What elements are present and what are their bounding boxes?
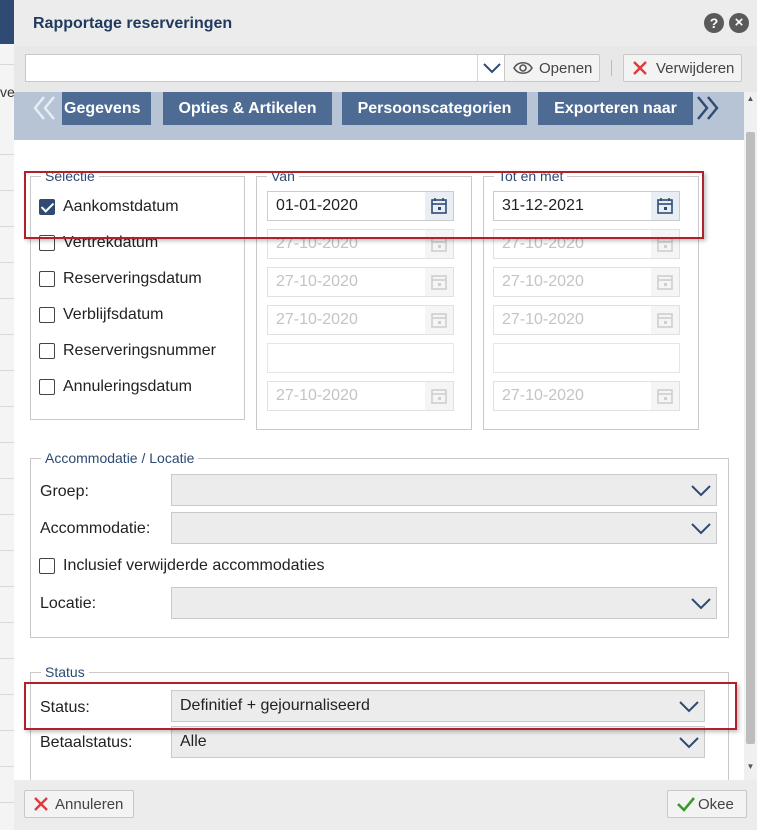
checkbox[interactable] [39, 343, 55, 359]
tot-date-verblijf: 27-10-2020 [493, 305, 680, 335]
dialog-title: Rapportage reserveringen [33, 15, 233, 32]
open-button-label: Openen [539, 59, 593, 77]
ok-button[interactable]: Okee [667, 790, 747, 818]
chevron-down-icon[interactable] [686, 588, 716, 618]
tot-reserveringsnummer-input [493, 343, 680, 373]
toolbar: Openen Verwijderen [14, 46, 757, 92]
date-value: 27-10-2020 [502, 311, 584, 328]
select-value: Alle [180, 733, 207, 750]
accommodatie-label: Accommodatie: [40, 520, 151, 537]
help-icon[interactable]: ? [704, 13, 724, 33]
dialog-footer: Annuleren Okee [14, 780, 757, 830]
highlight-box-date-range [24, 171, 704, 239]
calendar-icon [425, 382, 453, 410]
van-reserveringsnummer-input [267, 343, 454, 373]
calendar-icon [425, 268, 453, 296]
checkbox-reserveringsnummer[interactable]: Reserveringsnummer [39, 341, 216, 361]
checkbox[interactable] [39, 558, 55, 574]
betaalstatus-select[interactable]: Alle [171, 726, 705, 758]
checkbox-label: Inclusief verwijderde accommodaties [63, 557, 325, 574]
ok-button-label: Okee [698, 795, 734, 813]
checkbox-label: Verblijfsdatum [63, 306, 164, 323]
double-chevron-left-icon[interactable] [30, 94, 58, 126]
background-app-panel [0, 44, 14, 830]
checkbox[interactable] [39, 379, 55, 395]
checkbox-label: Reserveringsdatum [63, 270, 202, 287]
accommodatie-select[interactable] [171, 512, 717, 544]
chevron-down-icon[interactable] [686, 513, 716, 543]
date-value: 27-10-2020 [276, 311, 358, 328]
tab-opties-artikelen[interactable]: Opties & Artikelen [163, 92, 332, 125]
betaalstatus-label: Betaalstatus: [40, 734, 133, 751]
checkbox-reserveringsdatum[interactable]: Reserveringsdatum [39, 269, 202, 289]
van-date-reservering: 27-10-2020 [267, 267, 454, 297]
highlight-box-status [24, 682, 737, 730]
open-button[interactable]: Openen [504, 54, 600, 82]
van-date-verblijf: 27-10-2020 [267, 305, 454, 335]
calendar-icon [651, 268, 679, 296]
report-dialog: Rapportage reserveringen ? × Openen Verw… [14, 0, 757, 830]
van-date-annulering: 27-10-2020 [267, 381, 454, 411]
scroll-up-icon[interactable]: ▲ [746, 94, 755, 104]
date-value: 27-10-2020 [502, 387, 584, 404]
cancel-button-label: Annuleren [55, 795, 124, 813]
checkbox-label: Annuleringsdatum [63, 378, 192, 395]
cancel-button[interactable]: Annuleren [24, 790, 134, 818]
checkbox-label: Reserveringsnummer [63, 342, 216, 359]
report-select[interactable] [25, 54, 506, 82]
scroll-down-icon[interactable]: ▼ [746, 762, 755, 772]
checkbox-inclusief-verwijderd[interactable]: Inclusief verwijderde accommodaties [39, 556, 324, 576]
date-value: 27-10-2020 [276, 387, 358, 404]
x-icon [33, 796, 49, 812]
locatie-label: Locatie: [40, 595, 97, 612]
calendar-icon [651, 306, 679, 334]
dialog-title-bar[interactable]: Rapportage reserveringen ? × [14, 0, 757, 46]
eye-icon [513, 61, 533, 75]
tab-gegevens[interactable]: Gegevens [62, 92, 151, 125]
status-legend: Status [45, 664, 85, 680]
delete-button-label: Verwijderen [656, 59, 735, 77]
checkbox-annuleringsdatum[interactable]: Annuleringsdatum [39, 377, 192, 397]
chevron-down-icon[interactable] [674, 727, 704, 757]
close-icon[interactable]: × [729, 13, 749, 33]
background-text: ve [0, 84, 15, 100]
checkmark-icon [676, 796, 696, 812]
scroll-thumb[interactable] [746, 132, 755, 744]
checkbox[interactable] [39, 271, 55, 287]
date-value: 27-10-2020 [502, 273, 584, 290]
tot-date-annulering: 27-10-2020 [493, 381, 680, 411]
checkbox[interactable] [39, 307, 55, 323]
accommodatie-legend: Accommodatie / Locatie [45, 450, 195, 466]
delete-button[interactable]: Verwijderen [623, 54, 742, 82]
tot-date-reservering: 27-10-2020 [493, 267, 680, 297]
x-icon [632, 60, 648, 76]
double-chevron-right-icon[interactable] [694, 94, 722, 126]
dialog-content: Selectie Aankomstdatum Vertrekdatum Rese… [14, 140, 744, 780]
tab-strip: Gegevens Opties & Artikelen Persoonscate… [14, 92, 744, 140]
chevron-down-icon[interactable] [477, 55, 505, 81]
tab-persoonscategorien[interactable]: Persoonscategorien [342, 92, 527, 125]
locatie-select[interactable] [171, 587, 717, 619]
groep-select[interactable] [171, 474, 717, 506]
groep-label: Groep: [40, 483, 89, 500]
scrollbar[interactable]: ▲ ▼ [744, 92, 757, 780]
date-value: 27-10-2020 [276, 273, 358, 290]
chevron-down-icon[interactable] [686, 475, 716, 505]
toolbar-separator [611, 60, 612, 76]
checkbox-verblijfsdatum[interactable]: Verblijfsdatum [39, 305, 164, 325]
calendar-icon [425, 306, 453, 334]
tab-exporteren-naar[interactable]: Exporteren naar [538, 92, 693, 125]
calendar-icon [651, 382, 679, 410]
